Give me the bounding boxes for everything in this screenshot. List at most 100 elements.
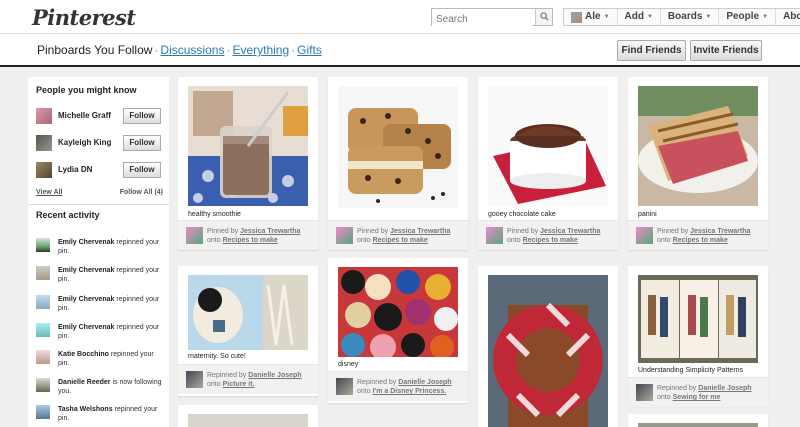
pinner-name-link[interactable]: Jessica Trewartha (390, 228, 450, 235)
pin-card[interactable]: maternity. So cute! Repinned by Danielle… (178, 266, 318, 396)
pin-card[interactable] (178, 405, 318, 427)
pinner-name-link[interactable]: Jessica Trewartha (690, 228, 750, 235)
follow-button[interactable]: Follow (123, 108, 161, 124)
recent-activity-heading: Recent activity (36, 210, 100, 220)
pin-description: healthy smoothie (188, 211, 241, 218)
add-menu[interactable]: Add ▼ (618, 9, 661, 25)
pin-image[interactable] (488, 86, 608, 206)
board-link[interactable]: I'm a Disney Princess. (373, 388, 447, 395)
view-all-link[interactable]: View All (36, 189, 62, 196)
pinner-name-link[interactable]: Jessica Trewartha (240, 228, 300, 235)
pinner-name-link[interactable]: Danielle Joseph (248, 372, 301, 379)
person-name[interactable]: Michelle Graff (58, 111, 111, 120)
find-friends-button[interactable]: Find Friends (617, 40, 686, 61)
pin-image[interactable] (638, 423, 758, 427)
tab-everything[interactable]: Everything (232, 43, 289, 57)
user-menu[interactable]: Ale ▼ (564, 9, 618, 25)
follow-button[interactable]: Follow (123, 162, 161, 178)
pin-description: panini (638, 211, 657, 218)
activity-user[interactable]: Emily Chervenak (58, 239, 114, 246)
pinner-avatar[interactable] (636, 227, 653, 244)
pinner-avatar[interactable] (336, 378, 353, 395)
avatar[interactable] (36, 135, 52, 151)
search-box (431, 8, 553, 28)
activity-thumbnail[interactable] (36, 378, 50, 392)
tab-discussions[interactable]: Discussions (160, 43, 224, 57)
activity-thumbnail[interactable] (36, 323, 50, 337)
pin-attribution: Repinned by Danielle Joseph onto Picture … (178, 364, 318, 394)
board-link[interactable]: Picture it. (223, 381, 255, 388)
activity-user[interactable]: Emily Chervenak (58, 296, 114, 303)
people-menu[interactable]: People ▼ (719, 9, 777, 25)
pinner-avatar[interactable] (186, 371, 203, 388)
pin-image[interactable] (488, 275, 608, 427)
follow-button[interactable]: Follow (123, 135, 161, 151)
activity-thumbnail[interactable] (36, 238, 50, 252)
board-link[interactable]: Recipes to make (523, 237, 578, 244)
main-menu: Ale▼ Add▼ Boards▼ People▼ About▼ (563, 8, 800, 26)
avatar[interactable] (36, 108, 52, 124)
about-menu[interactable]: About▼ (776, 9, 800, 25)
person-name[interactable]: Kayleigh King (58, 138, 111, 147)
follow-all-link[interactable]: Follow All (4) (120, 189, 163, 196)
activity-thumbnail[interactable] (36, 405, 50, 419)
activity-user[interactable]: Tasha Welshons (58, 406, 113, 413)
pin-attribution: Pinned by Jessica Trewartha onto Recipes … (328, 220, 468, 250)
pinner-avatar[interactable] (186, 227, 203, 244)
person-name[interactable]: Lydia DN (58, 165, 92, 174)
avatar[interactable] (36, 162, 52, 178)
pinner-avatar[interactable] (336, 227, 353, 244)
feed-tabs: Pinboards You Follow · Discussions · Everyth… (37, 43, 322, 57)
boards-menu[interactable]: Boards ▼ (661, 9, 720, 25)
pin-image[interactable] (188, 86, 308, 206)
pin-card[interactable] (478, 266, 618, 427)
suggested-person: Kayleigh King Follow (36, 135, 164, 155)
pin-card[interactable]: disney Repinned by Danielle Joseph onto I… (328, 258, 468, 403)
pinner-avatar[interactable] (486, 227, 503, 244)
tab-pinboards-you-follow[interactable]: Pinboards You Follow (37, 43, 152, 57)
activity-thumbnail[interactable] (36, 295, 50, 309)
chevron-down-icon: ▼ (603, 14, 610, 20)
suggested-person: Michelle Graff Follow (36, 108, 164, 128)
chevron-down-icon: ▼ (762, 14, 769, 20)
board-link[interactable]: Recipes to make (223, 237, 278, 244)
pin-image[interactable] (638, 275, 758, 363)
activity-thumbnail[interactable] (36, 350, 50, 364)
pin-image[interactable] (338, 267, 458, 357)
pin-attribution: Repinned by Danielle Joseph onto Sewing f… (628, 377, 768, 407)
search-input[interactable] (432, 11, 532, 28)
pin-image[interactable] (338, 86, 458, 208)
pin-card[interactable]: gooey chocolate cake Pinned by Jessica T… (478, 77, 618, 250)
board-link[interactable]: Sewing for me (673, 394, 721, 401)
pin-image[interactable] (188, 414, 308, 427)
pin-image[interactable] (188, 275, 308, 350)
search-icon[interactable] (535, 9, 552, 25)
pinner-name-link[interactable]: Danielle Joseph (698, 385, 751, 392)
pin-card[interactable]: Understanding Simplicity Patterns Repinn… (628, 266, 768, 407)
pinner-name-link[interactable]: Danielle Joseph (398, 379, 451, 386)
tab-gifts[interactable]: Gifts (297, 43, 322, 57)
pin-image[interactable] (638, 86, 758, 206)
pin-card[interactable]: Pinned by Jessica Trewartha onto Recipes … (328, 77, 468, 250)
board-link[interactable]: Recipes to make (373, 237, 428, 244)
pinner-name-link[interactable]: Jessica Trewartha (540, 228, 600, 235)
pin-card[interactable]: healthy smoothie Pinned by Jessica Trewa… (178, 77, 318, 250)
activity-user[interactable]: Emily Chervenak (58, 324, 114, 331)
pin-attribution: Pinned by Jessica Trewartha onto Recipes … (478, 220, 618, 250)
chevron-down-icon: ▼ (646, 14, 653, 20)
pin-card[interactable] (628, 414, 768, 427)
people-you-might-know-heading: People you might know (36, 85, 137, 95)
pin-card[interactable]: panini Pinned by Jessica Trewartha onto R… (628, 77, 768, 250)
top-navigation-bar: Pinterest Ale▼ Add▼ Boards▼ People▼ Abou… (0, 0, 800, 34)
pinterest-logo[interactable]: Pinterest (32, 5, 136, 30)
activity-thumbnail[interactable] (36, 266, 50, 280)
invite-friends-button[interactable]: Invite Friends (690, 40, 762, 61)
pinner-avatar[interactable] (636, 384, 653, 401)
suggestion-links: View All Follow All (4) (36, 189, 163, 196)
activity-user[interactable]: Danielle Reeder (58, 379, 111, 386)
activity-user[interactable]: Emily Chervenak (58, 267, 114, 274)
suggested-person: Lydia DN Follow (36, 162, 164, 182)
board-link[interactable]: Recipes to make (673, 237, 728, 244)
sidebar: People you might know Michelle Graff Fol… (28, 77, 169, 427)
activity-user[interactable]: Katie Bocchino (58, 351, 109, 358)
